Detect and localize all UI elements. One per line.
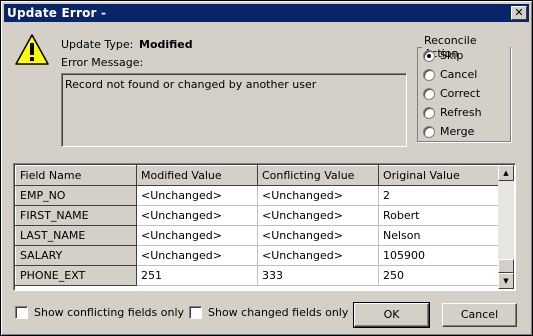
conflicting-value-cell[interactable]: 333 xyxy=(257,265,379,286)
field-name-cell: EMP_NO xyxy=(15,185,137,206)
column-header-original-value[interactable]: Original Value xyxy=(378,165,500,186)
column-header-modified-value[interactable]: Modified Value xyxy=(136,165,258,186)
radio-merge-button[interactable] xyxy=(423,126,435,138)
ok-button[interactable]: OK xyxy=(353,302,430,328)
original-value-cell[interactable]: Robert xyxy=(378,205,500,226)
table-row[interactable]: SALARY <Unchanged> <Unchanged> 105900 xyxy=(15,245,500,266)
reconcile-action-legend: Reconcile Action xyxy=(424,34,477,60)
conflicting-value-cell[interactable]: <Unchanged> xyxy=(257,205,379,226)
scroll-thumb[interactable] xyxy=(498,259,514,273)
radio-refresh-button[interactable] xyxy=(423,107,435,119)
update-type-label: Update Type: xyxy=(61,38,134,51)
cancel-button[interactable]: Cancel xyxy=(442,303,517,327)
radio-correct-label: Correct xyxy=(440,87,481,100)
original-value-cell[interactable]: 105900 xyxy=(378,245,500,266)
conflicting-value-cell[interactable]: <Unchanged> xyxy=(257,245,379,266)
field-name-cell: PHONE_EXT xyxy=(15,265,137,286)
original-value-cell[interactable]: 250 xyxy=(378,265,500,286)
table-row[interactable]: FIRST_NAME <Unchanged> <Unchanged> Rober… xyxy=(15,205,500,226)
error-message-text: Record not found or changed by another u… xyxy=(65,78,317,91)
modified-value-cell[interactable]: <Unchanged> xyxy=(136,225,258,246)
radio-merge-label: Merge xyxy=(440,125,475,138)
table-row[interactable]: EMP_NO <Unchanged> <Unchanged> 2 xyxy=(15,185,500,206)
field-values-table: Field Name Modified Value Conflicting Va… xyxy=(15,165,500,286)
original-value-cell[interactable]: 2 xyxy=(378,185,500,206)
radio-skip-button[interactable] xyxy=(423,50,435,62)
conflicting-value-cell[interactable]: <Unchanged> xyxy=(257,225,379,246)
window-title: Update Error - xyxy=(7,6,107,20)
radio-refresh-label: Refresh xyxy=(440,106,482,119)
scroll-up-button[interactable]: ▲ xyxy=(498,165,514,181)
error-message-label: Error Message: xyxy=(61,56,144,69)
modified-value-cell[interactable]: <Unchanged> xyxy=(136,205,258,226)
field-values-grid[interactable]: Field Name Modified Value Conflicting Va… xyxy=(13,163,516,291)
grid-vertical-scrollbar[interactable]: ▲ ▼ xyxy=(498,165,514,289)
field-name-cell: SALARY xyxy=(15,245,137,266)
table-row[interactable]: LAST_NAME <Unchanged> <Unchanged> Nelson xyxy=(15,225,500,246)
modified-value-cell[interactable]: <Unchanged> xyxy=(136,245,258,266)
scroll-down-button[interactable]: ▼ xyxy=(498,273,514,289)
radio-correct-button[interactable] xyxy=(423,88,435,100)
conflicting-value-cell[interactable]: <Unchanged> xyxy=(257,185,379,206)
show-conflicting-checkbox-box[interactable] xyxy=(15,306,28,319)
radio-cancel-button[interactable] xyxy=(423,69,435,81)
close-button[interactable]: ✕ xyxy=(511,6,527,20)
update-type-value: Modified xyxy=(139,38,193,51)
error-message-box[interactable]: Record not found or changed by another u… xyxy=(61,73,407,147)
radio-skip-label: Skip xyxy=(440,49,464,62)
modified-value-cell[interactable]: 251 xyxy=(136,265,258,286)
table-row[interactable]: PHONE_EXT 251 333 250 xyxy=(15,265,500,286)
column-header-field-name[interactable]: Field Name xyxy=(15,165,137,186)
column-header-conflicting-value[interactable]: Conflicting Value xyxy=(257,165,379,186)
show-changed-label: Show changed fields only xyxy=(208,306,349,319)
original-value-cell[interactable]: Nelson xyxy=(378,225,500,246)
field-name-cell: FIRST_NAME xyxy=(15,205,137,226)
modified-value-cell[interactable]: <Unchanged> xyxy=(136,185,258,206)
grid-header-row: Field Name Modified Value Conflicting Va… xyxy=(15,165,500,186)
update-error-dialog: Update Error - ✕ Update Type: Modified E… xyxy=(0,0,533,336)
show-changed-checkbox-box[interactable] xyxy=(189,306,202,319)
radio-cancel-label: Cancel xyxy=(440,68,478,81)
warning-icon xyxy=(15,34,49,65)
show-conflicting-label: Show conflicting fields only xyxy=(34,306,185,319)
title-bar[interactable]: Update Error - ✕ xyxy=(4,4,529,22)
field-name-cell: LAST_NAME xyxy=(15,225,137,246)
